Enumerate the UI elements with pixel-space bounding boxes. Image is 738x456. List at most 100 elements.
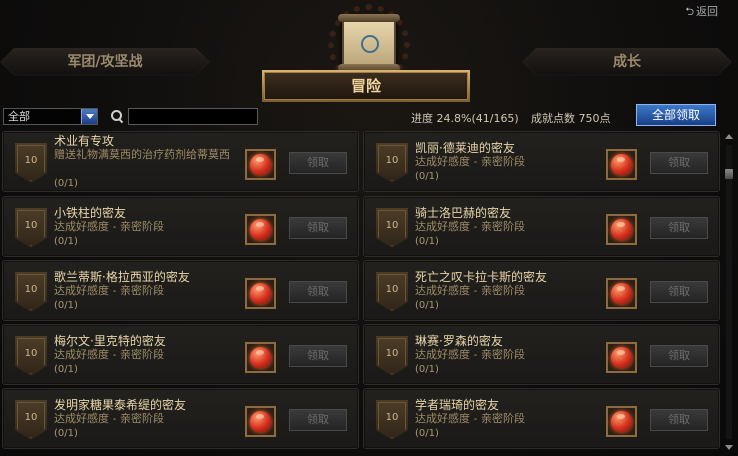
category-select[interactable]: 全部 (3, 108, 98, 125)
achievement-title: 凯丽·德莱迪的密友 (415, 141, 515, 155)
reward-slot[interactable] (606, 406, 637, 437)
achievement-card: 10 歌兰蒂斯·格拉西亚的密友 达成好感度 - 亲密阶段 (0/1) 领取 (2, 260, 359, 321)
claim-button[interactable]: 领取 (650, 217, 708, 239)
level-badge: 10 (376, 272, 408, 312)
claim-button[interactable]: 领取 (650, 281, 708, 303)
achievement-card: 10 琳赛·罗森的密友 达成好感度 - 亲密阶段 (0/1) 领取 (363, 324, 720, 385)
achievement-card: 10 梅尔文·里克特的密友 达成好感度 - 亲密阶段 (0/1) 领取 (2, 324, 359, 385)
achievement-desc: 达成好感度 - 亲密阶段 (54, 220, 164, 233)
heart-gem-icon (250, 283, 271, 304)
heart-gem-icon (611, 283, 632, 304)
chevron-down-icon[interactable] (81, 109, 97, 124)
achievement-count: (0/1) (415, 236, 439, 247)
claim-button[interactable]: 领取 (289, 345, 347, 367)
achievement-desc: 赠送礼物满莫西的治疗药剂给蒂莫西 (54, 148, 230, 161)
claim-button[interactable]: 领取 (289, 217, 347, 239)
level-badge: 10 (15, 143, 47, 183)
search-input[interactable] (128, 108, 258, 125)
back-arrow-icon: ⮌ (685, 5, 694, 18)
points-value: 750点 (578, 112, 611, 125)
reward-slot[interactable] (606, 214, 637, 245)
achievement-title: 小铁柱的密友 (54, 206, 127, 220)
achievement-count: (0/1) (54, 428, 78, 439)
achievement-count: (0/1) (415, 428, 439, 439)
claim-button[interactable]: 领取 (289, 409, 347, 431)
achievement-desc: 达成好感度 - 亲密阶段 (415, 155, 525, 168)
claim-button[interactable]: 领取 (289, 281, 347, 303)
achievement-count: (0/1) (54, 364, 78, 375)
tab-growth-label: 成长 (613, 54, 641, 70)
tab-adventure[interactable]: 冒险 (262, 70, 470, 102)
achievement-desc: 达成好感度 - 亲密阶段 (415, 220, 525, 233)
achievement-title: 学者瑞琦的密友 (415, 398, 500, 412)
achievement-title: 发明家糖果泰希缇的密友 (54, 398, 187, 412)
claim-button[interactable]: 领取 (289, 152, 347, 174)
back-label: 返回 (696, 5, 718, 18)
achievement-title: 死亡之叹卡拉卡斯的密友 (415, 270, 548, 284)
achievement-count: (0/1) (415, 171, 439, 182)
heart-gem-icon (611, 411, 632, 432)
progress-text: 进度 24.8%(41/165) (411, 110, 519, 126)
level-badge: 10 (376, 143, 408, 183)
claim-all-button[interactable]: 全部领取 (636, 104, 716, 126)
list-scrollbar[interactable] (723, 131, 735, 453)
reward-slot[interactable] (606, 278, 637, 309)
progress-label: 进度 (411, 112, 433, 125)
achievement-count: (0/1) (54, 236, 78, 247)
level-badge: 10 (15, 336, 47, 376)
level-badge: 10 (376, 336, 408, 376)
back-link[interactable]: ⮌ 返回 (685, 3, 718, 22)
achievement-count: (0/1) (415, 364, 439, 375)
scroll-thumb[interactable] (725, 169, 733, 179)
heart-gem-icon (250, 411, 271, 432)
achievement-title: 歌兰蒂斯·格拉西亚的密友 (54, 270, 190, 284)
progress-value: 24.8%(41/165) (436, 112, 519, 125)
achievement-desc: 达成好感度 - 亲密阶段 (415, 348, 525, 361)
points-label: 成就点数 (531, 112, 575, 125)
achievement-desc: 达成好感度 - 亲密阶段 (54, 348, 164, 361)
claim-button[interactable]: 领取 (650, 345, 708, 367)
scroll-down-arrow-icon[interactable] (724, 443, 734, 453)
achievement-card: 10 骑士洛巴赫的密友 达成好感度 - 亲密阶段 (0/1) 领取 (363, 196, 720, 257)
claim-button[interactable]: 领取 (650, 152, 708, 174)
achievement-count: (0/1) (54, 300, 78, 311)
heart-gem-icon (250, 219, 271, 240)
reward-slot[interactable] (245, 406, 276, 437)
heart-gem-icon (611, 347, 632, 368)
level-badge: 10 (15, 400, 47, 440)
level-badge: 10 (15, 208, 47, 248)
reward-slot[interactable] (606, 149, 637, 180)
achievement-desc: 达成好感度 - 亲密阶段 (54, 284, 164, 297)
reward-slot[interactable] (245, 214, 276, 245)
search-icon (111, 110, 123, 122)
tab-legion-siege[interactable]: 军团/攻坚战 (0, 48, 210, 76)
claim-button[interactable]: 领取 (650, 409, 708, 431)
achievement-card: 10 死亡之叹卡拉卡斯的密友 达成好感度 - 亲密阶段 (0/1) 领取 (363, 260, 720, 321)
achievement-title: 术业有专攻 (54, 134, 115, 148)
level-badge: 10 (376, 400, 408, 440)
achievement-title: 骑士洛巴赫的密友 (415, 206, 512, 220)
tab-growth[interactable]: 成长 (522, 48, 732, 76)
level-badge: 10 (376, 208, 408, 248)
scroll-up-arrow-icon[interactable] (724, 132, 734, 142)
tab-legion-siege-label: 军团/攻坚战 (67, 54, 143, 70)
achievement-window: ⮌ 返回 军团/攻坚战 成长 冒险 全部 进度 24.8%(41/165) 成就点… (0, 0, 738, 456)
achievement-card: 10 术业有专攻 赠送礼物满莫西的治疗药剂给蒂莫西 (0/1) 领取 (2, 131, 359, 192)
heart-gem-icon (611, 219, 632, 240)
achievement-desc: 达成好感度 - 亲密阶段 (415, 412, 525, 425)
adventure-scroll-emblem-icon (320, 4, 418, 86)
achievement-desc: 达成好感度 - 亲密阶段 (54, 412, 164, 425)
scroll-track[interactable] (726, 145, 732, 439)
category-select-value: 全部 (8, 110, 30, 123)
achievement-count: (0/1) (54, 178, 78, 189)
heart-gem-icon (611, 154, 632, 175)
achievement-card: 10 发明家糖果泰希缇的密友 达成好感度 - 亲密阶段 (0/1) 领取 (2, 388, 359, 449)
achievement-card: 10 学者瑞琦的密友 达成好感度 - 亲密阶段 (0/1) 领取 (363, 388, 720, 449)
achievement-points-text: 成就点数 750点 (531, 110, 611, 126)
heart-gem-icon (250, 347, 271, 368)
achievement-title: 琳赛·罗森的密友 (415, 334, 503, 348)
reward-slot[interactable] (606, 342, 637, 373)
reward-slot[interactable] (245, 149, 276, 180)
reward-slot[interactable] (245, 342, 276, 373)
reward-slot[interactable] (245, 278, 276, 309)
